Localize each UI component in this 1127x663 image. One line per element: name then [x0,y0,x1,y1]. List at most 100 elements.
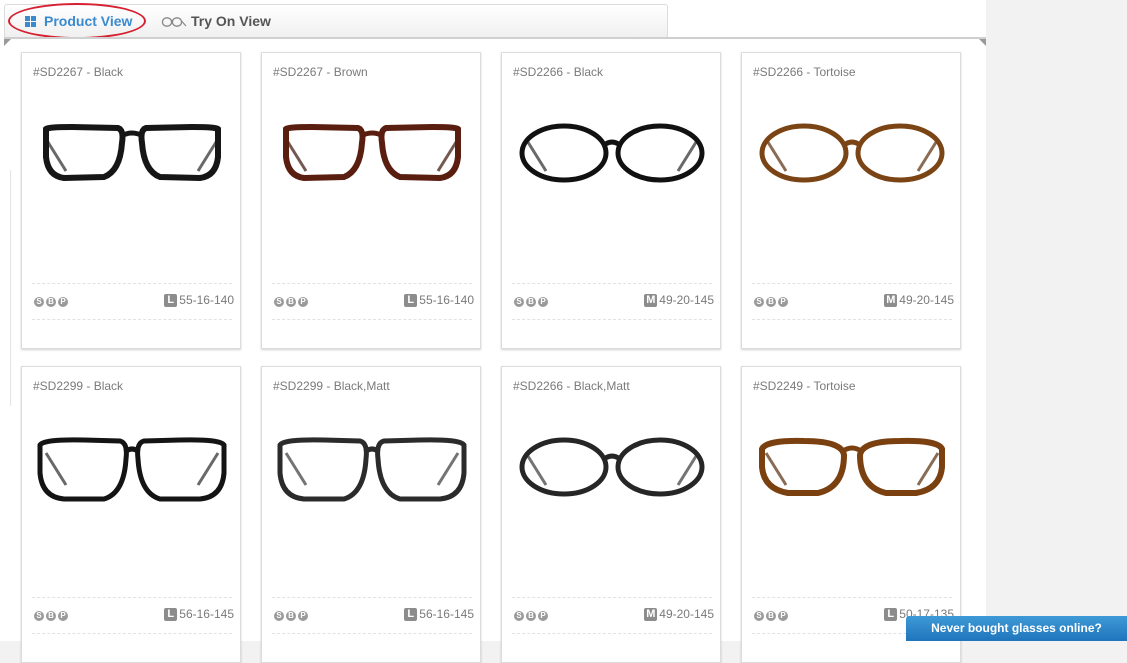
frame-size: L 56-16-145 [164,607,234,621]
product-title: #SD2266 - Tortoise [753,65,856,79]
glasses-image[interactable] [504,435,720,511]
corner-left [4,39,11,46]
lens-badge: P [58,297,68,307]
divider [272,319,472,320]
lens-badge: P [58,611,68,621]
divider [752,319,952,320]
tab-try-on-view-label: Try On View [191,13,271,29]
lens-badges: SBP [754,297,788,307]
glasses-image[interactable] [744,435,960,511]
tab-product-view-label: Product View [44,13,133,29]
product-card[interactable]: #SD2266 - Black S B P M 49-20-145 [501,52,721,349]
lens-badge: B [46,611,56,621]
lens-badge: P [778,297,788,307]
lens-badge: B [526,611,536,621]
left-edge [0,170,11,406]
tab-try-on-view[interactable]: Try On View [155,5,295,37]
never-bought-button[interactable]: Never bought glasses online? [906,616,1127,641]
lens-badge: B [286,297,296,307]
lens-badges: SBP [274,611,308,621]
frame-size: L 56-16-145 [404,607,474,621]
lens-badges: SBP [514,611,548,621]
lens-badges: SBP [514,297,548,307]
lens-badge: P [778,611,788,621]
product-title: #SD2299 - Black,Matt [273,379,390,393]
lens-badge: S [514,297,524,307]
lens-badge: S [754,611,764,621]
product-title: #SD2266 - Black [513,65,604,79]
lens-badge: B [526,297,536,307]
size-measurement: 56-16-145 [419,607,474,621]
glasses-image[interactable] [24,121,240,197]
divider [272,283,472,284]
tab-product-view[interactable]: Product View [11,5,151,37]
size-measurement: 49-20-145 [899,293,954,307]
lens-badge: S [274,611,284,621]
lens-badge: S [34,297,44,307]
catalog-panel: Product View Try On View #SD2267 - Black… [0,0,986,663]
size-measurement: 55-16-140 [179,293,234,307]
divider [272,633,472,634]
lens-badge: P [538,297,548,307]
size-code: L [884,607,898,621]
size-code: M [644,607,658,621]
lens-badge: S [34,611,44,621]
glasses-image[interactable] [264,121,480,197]
size-measurement: 55-16-140 [419,293,474,307]
size-measurement: 49-20-145 [659,293,714,307]
glasses-image[interactable] [744,121,960,197]
size-code: L [164,293,178,307]
divider [272,597,472,598]
product-card[interactable]: #SD2299 - Black,Matt S B P L 56-16-145 [261,366,481,663]
product-card[interactable]: #SD2267 - Brown S B P L 55-16-140 [261,52,481,349]
product-card[interactable]: #SD2266 - Tortoise S B P M 49-20-145 [741,52,961,349]
product-title: #SD2299 - Black [33,379,124,393]
lens-badges: SBP [34,611,68,621]
divider [512,319,712,320]
lens-badge: P [298,297,308,307]
glasses-image[interactable] [264,435,480,511]
lens-badge: B [46,297,56,307]
size-code: L [164,607,178,621]
divider [32,319,232,320]
divider [512,283,712,284]
product-title: #SD2267 - Brown [273,65,368,79]
glasses-icon [161,14,187,28]
size-code: L [404,607,418,621]
lens-badges: SBP [754,611,788,621]
lens-badge: B [286,611,296,621]
size-measurement: 49-20-145 [659,607,714,621]
product-card[interactable]: #SD2267 - Black S B P L 55-16-140 [21,52,241,349]
lens-badges: SBP [34,297,68,307]
product-card[interactable]: #SD2266 - Black,Matt S B P M 49-20-145 [501,366,721,663]
product-title: #SD2266 - Black,Matt [513,379,630,393]
lens-badge: P [538,611,548,621]
lens-badge: S [274,297,284,307]
glasses-image[interactable] [504,121,720,197]
size-measurement: 56-16-145 [179,607,234,621]
product-title: #SD2249 - Tortoise [753,379,856,393]
lens-badge: B [766,611,776,621]
divider [752,597,952,598]
divider [32,283,232,284]
lens-badge: S [754,297,764,307]
size-code: M [884,293,898,307]
frame-size: M 49-20-145 [884,293,954,307]
divider [32,597,232,598]
frame-size: L 55-16-140 [164,293,234,307]
lens-badge: B [766,297,776,307]
frame-size: M 49-20-145 [644,607,714,621]
corner-right [979,39,986,46]
frame-size: L 55-16-140 [404,293,474,307]
divider [752,283,952,284]
size-code: M [644,293,658,307]
product-card[interactable]: #SD2299 - Black S B P L 56-16-145 [21,366,241,663]
frame-size: M 49-20-145 [644,293,714,307]
view-tabs: Product View Try On View [4,4,668,37]
tab-underline [4,37,986,39]
divider [512,597,712,598]
product-title: #SD2267 - Black [33,65,124,79]
glasses-image[interactable] [24,435,240,511]
lens-badges: SBP [274,297,308,307]
size-code: L [404,293,418,307]
